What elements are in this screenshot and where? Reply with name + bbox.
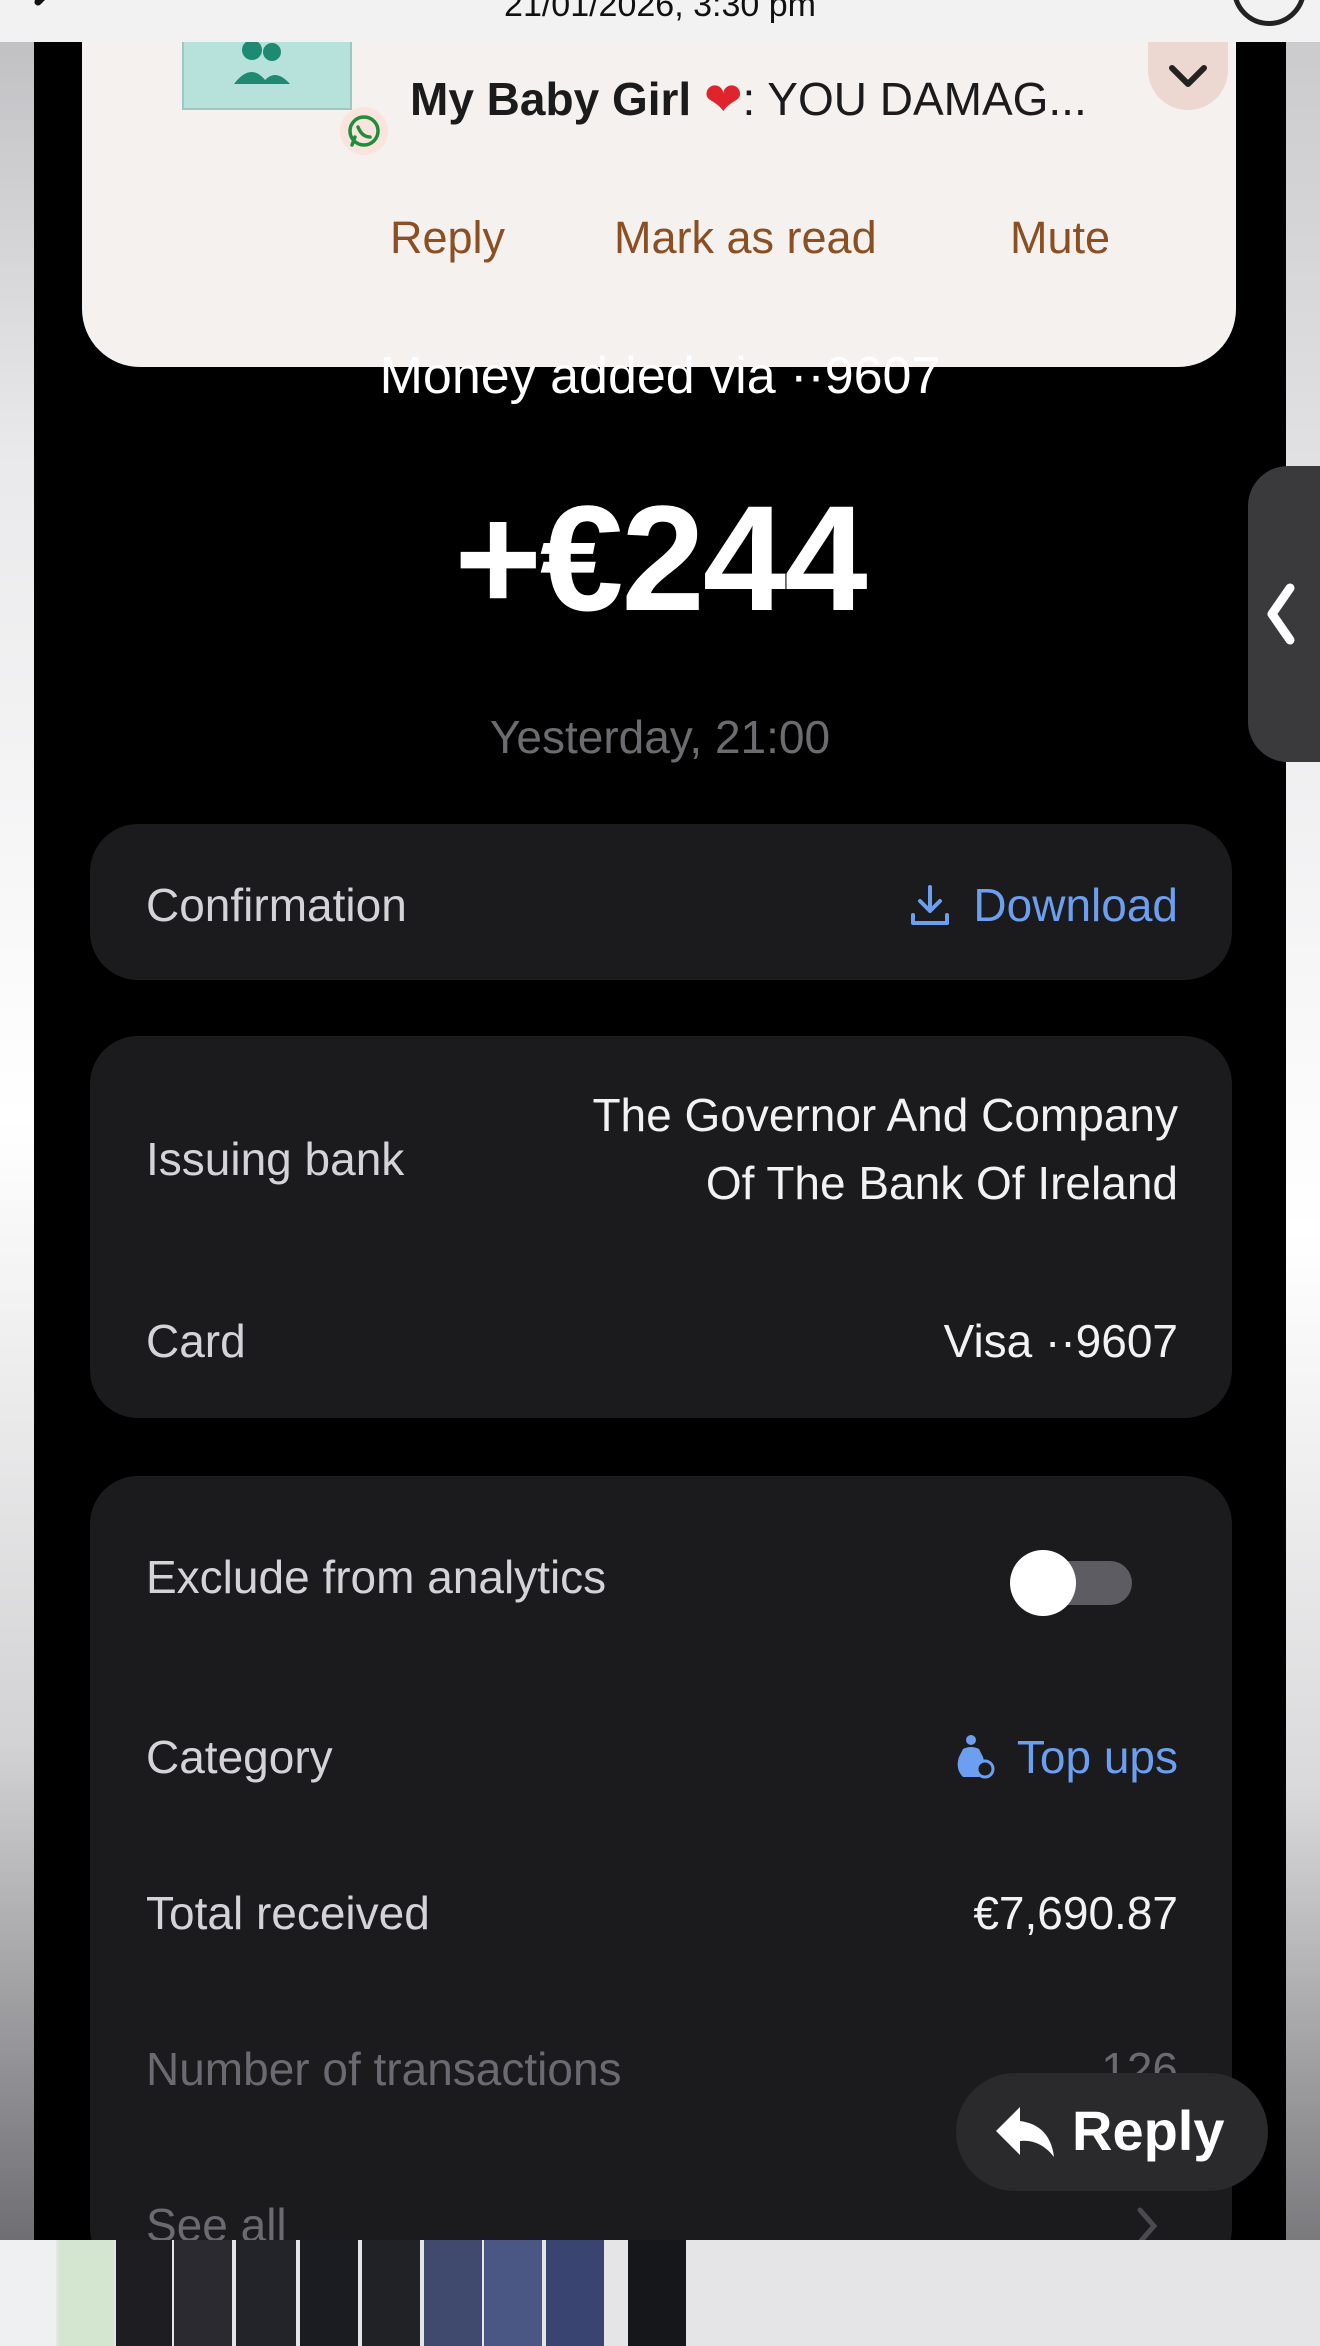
category-value-button[interactable]: Top ups <box>955 1730 1178 1784</box>
confirmation-card: Confirmation Download <box>90 824 1232 980</box>
issuing-bank-line2: Of The Bank Of Ireland <box>705 1157 1178 1209</box>
notification-text: My Baby Girl ❤: YOU DAMAG... <box>410 72 1087 126</box>
thumbnail[interactable] <box>58 2240 114 2346</box>
chevron-right-icon <box>1137 2207 1158 2240</box>
photo-thumbnail-strip <box>0 2240 1320 2346</box>
thumbnail[interactable] <box>0 2240 56 2346</box>
notification-reply-button[interactable]: Reply <box>390 212 505 264</box>
chevron-left-icon <box>1267 583 1295 645</box>
transactions-count-label: Number of transactions <box>146 2043 622 2095</box>
thumbnail[interactable] <box>628 2240 686 2346</box>
transaction-amount: +€244 <box>454 474 867 642</box>
transaction-date: Yesterday, 21:00 <box>489 711 831 763</box>
card-label: Card <box>146 1315 246 1367</box>
thumbnail[interactable] <box>484 2240 542 2346</box>
confirmation-label: Confirmation <box>146 879 407 931</box>
download-icon <box>911 885 950 925</box>
back-arrow-icon[interactable] <box>30 0 70 18</box>
reply-arrow-icon <box>996 2107 1054 2157</box>
thumbnail[interactable] <box>424 2240 482 2346</box>
issuing-bank-label: Issuing bank <box>146 1133 405 1185</box>
whatsapp-icon <box>340 107 388 155</box>
thumbnail[interactable] <box>362 2240 420 2346</box>
total-received-value: €7,690.87 <box>973 1887 1178 1939</box>
thumbnail[interactable] <box>116 2240 172 2346</box>
whatsapp-notification[interactable]: My Baby Girl ❤: YOU DAMAG... Reply Mark … <box>82 42 1236 367</box>
category-value: Top ups <box>1016 1731 1178 1783</box>
see-all-link[interactable]: See all <box>146 2198 287 2240</box>
chevron-down-icon <box>1169 65 1207 87</box>
notification-sender: My Baby Girl <box>410 73 692 125</box>
contact-avatar <box>182 42 352 110</box>
notification-preview: : YOU DAMAG... <box>742 73 1087 125</box>
thumbnail[interactable] <box>546 2240 604 2346</box>
floating-reply-label[interactable]: Reply <box>1072 2098 1225 2163</box>
details-card: Issuing bank The Governor And Company Of… <box>90 1036 1232 1418</box>
expand-button[interactable] <box>1148 42 1228 110</box>
mark-as-read-button[interactable]: Mark as read <box>614 212 877 264</box>
download-button[interactable]: Download <box>909 878 1178 932</box>
exclude-analytics-toggle[interactable] <box>1010 1548 1140 1618</box>
download-label: Download <box>973 879 1178 931</box>
exclude-analytics-label: Exclude from analytics <box>146 1551 607 1603</box>
money-bag-icon <box>957 1735 995 1779</box>
thumbnail[interactable] <box>236 2240 296 2346</box>
issuing-bank-line1: The Governor And Company <box>592 1089 1178 1141</box>
transaction-title: Money added via ··9607 <box>379 347 941 405</box>
mute-button[interactable]: Mute <box>1010 212 1110 264</box>
thumbnail[interactable] <box>300 2240 358 2346</box>
left-rail <box>0 0 34 2240</box>
thumbnail[interactable] <box>174 2240 232 2346</box>
status-datetime: 21/01/2026, 3:30 pm <box>504 0 816 24</box>
app-screen: My Baby Girl ❤: YOU DAMAG... Reply Mark … <box>34 42 1286 2240</box>
toggle-knob <box>1010 1550 1076 1616</box>
category-label: Category <box>146 1731 333 1783</box>
status-strip: 21/01/2026, 3:30 pm <box>0 0 1320 42</box>
side-panel-handle[interactable] <box>1248 466 1320 762</box>
right-rail <box>1286 0 1320 2240</box>
people-icon <box>234 42 290 84</box>
total-received-label: Total received <box>146 1887 430 1939</box>
heart-icon: ❤ <box>703 73 743 125</box>
card-value: Visa ··9607 <box>943 1315 1178 1367</box>
